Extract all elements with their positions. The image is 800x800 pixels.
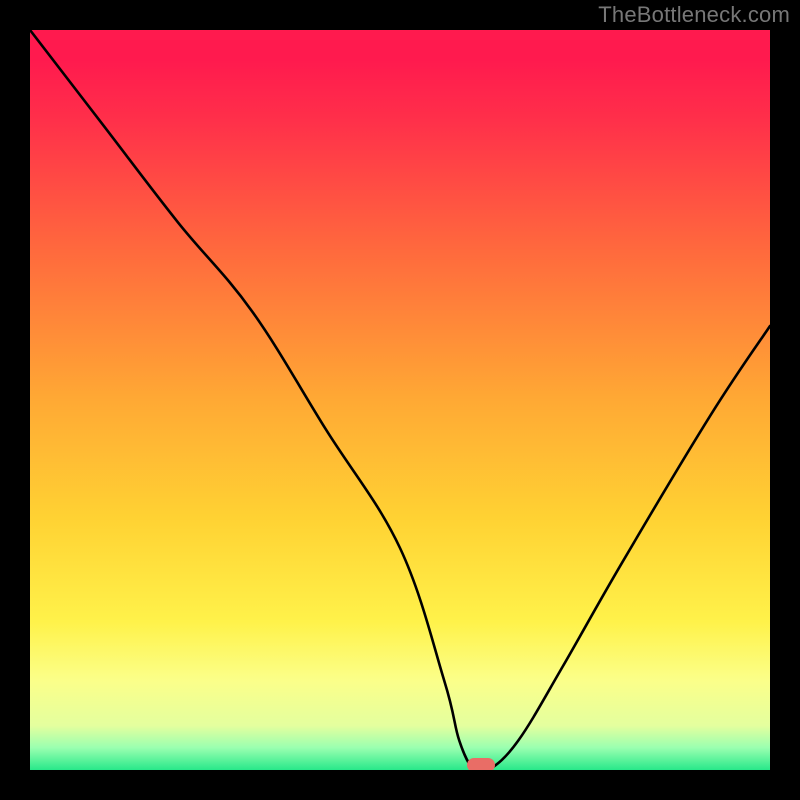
chart-stage: TheBottleneck.com [0, 0, 800, 800]
watermark-label: TheBottleneck.com [598, 2, 790, 28]
optimum-marker [467, 758, 495, 770]
bottleneck-curve [30, 30, 770, 770]
plot-area [30, 30, 770, 770]
curve-path [30, 30, 770, 770]
